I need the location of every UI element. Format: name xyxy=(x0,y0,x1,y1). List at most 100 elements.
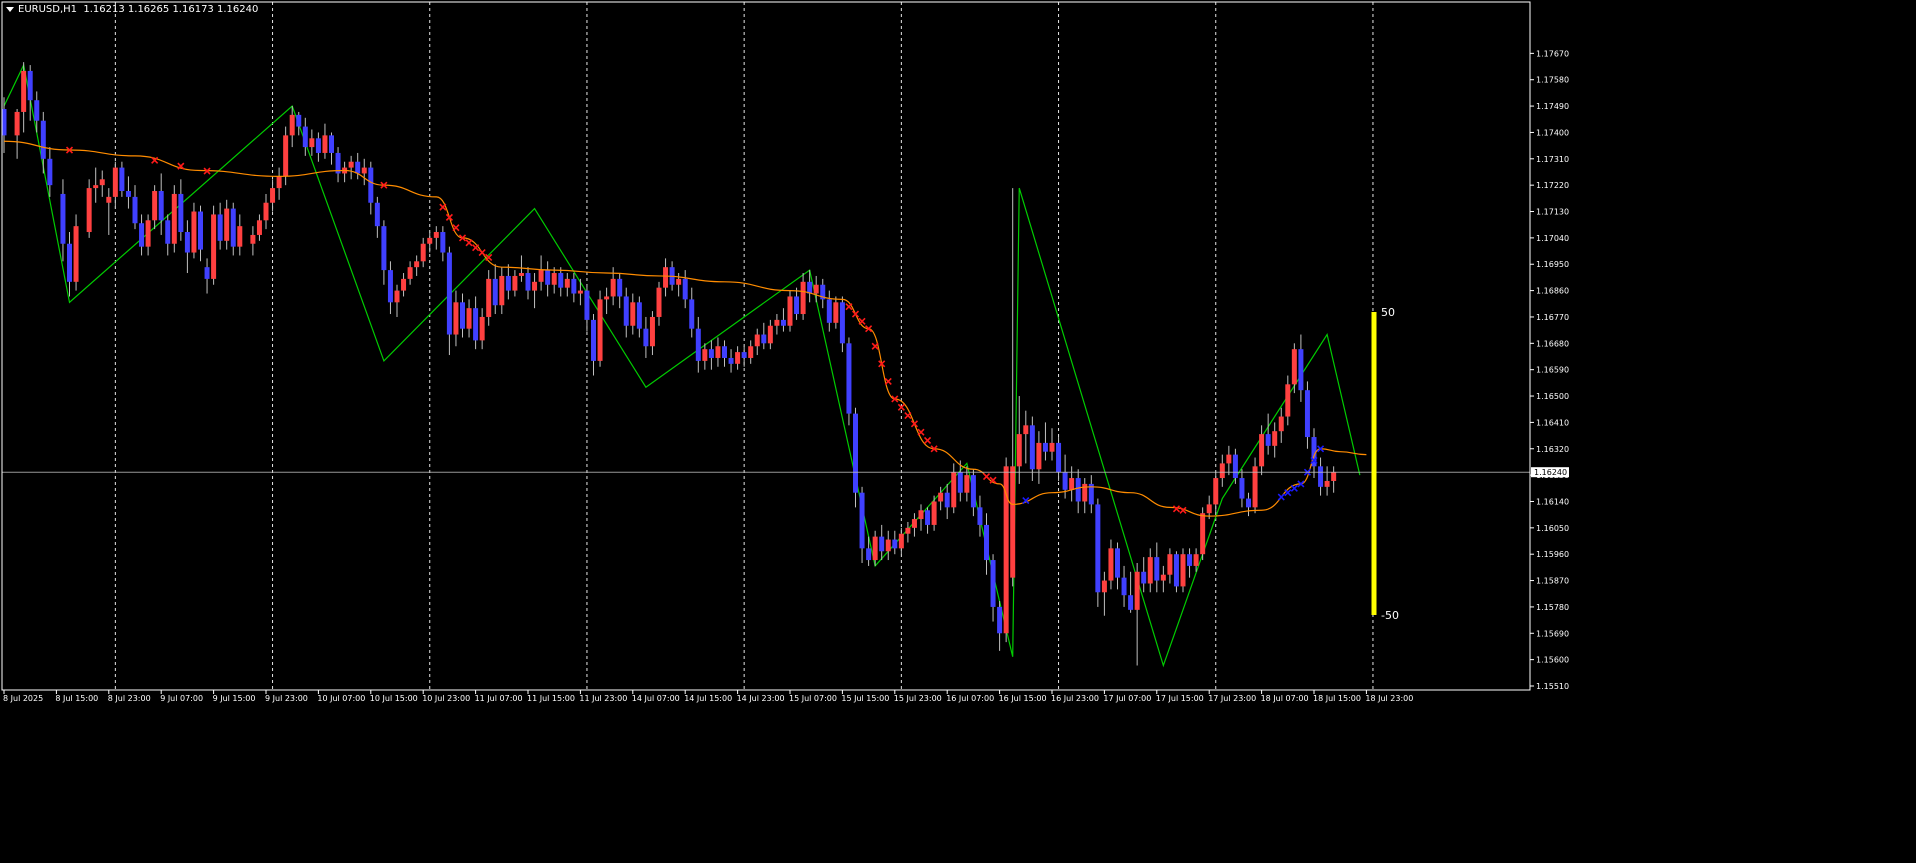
candle-body xyxy=(1075,478,1081,502)
candle-body xyxy=(401,278,407,291)
candle-body xyxy=(754,334,760,347)
candle-body xyxy=(879,536,885,552)
price-tick-label: 1.16320 xyxy=(1536,445,1569,454)
gauge-bottom-label: -50 xyxy=(1381,609,1399,622)
candle-body xyxy=(204,267,210,279)
candle-body xyxy=(767,325,773,344)
candle-body xyxy=(964,475,970,493)
candle-body xyxy=(139,223,145,247)
candle-body xyxy=(636,302,642,329)
time-tick-label: 10 Jul 15:00 xyxy=(370,694,418,703)
candle-body xyxy=(604,296,610,300)
candle-body xyxy=(27,70,33,101)
time-tick-label: 17 Jul 23:00 xyxy=(1208,694,1256,703)
candle-body xyxy=(970,475,976,508)
candle-body xyxy=(532,281,538,291)
time-tick-label: 11 Jul 07:00 xyxy=(475,694,523,703)
candle-body xyxy=(689,299,695,329)
candle-body xyxy=(374,202,380,227)
candle-body xyxy=(14,111,20,136)
price-tick-label: 1.15690 xyxy=(1536,629,1569,638)
candle-body xyxy=(800,281,806,315)
candle-body xyxy=(643,328,649,347)
candle-body xyxy=(34,100,40,121)
candle-body xyxy=(224,208,230,241)
candle-body xyxy=(1298,349,1304,391)
candle-body xyxy=(997,606,1003,634)
time-tick-label: 18 Jul 23:00 xyxy=(1365,694,1413,703)
candle-body xyxy=(145,220,151,247)
candle-body xyxy=(735,352,741,364)
candle-body xyxy=(73,226,79,282)
price-chart[interactable]: 1.17670 1.17580 1.17490 1.17400 1.17310 1.172… xyxy=(0,0,1916,863)
time-tick-label: 14 Jul 07:00 xyxy=(632,694,680,703)
candle-body xyxy=(538,270,544,282)
candle-body xyxy=(256,220,262,235)
candle-body xyxy=(60,193,66,244)
candle-body xyxy=(1095,504,1101,593)
candle xyxy=(171,185,177,253)
price-tick-label: 1.16590 xyxy=(1536,366,1569,375)
candle-body xyxy=(1056,442,1062,473)
chart-window[interactable]: 1.17670 1.17580 1.17490 1.17400 1.17310 1.172… xyxy=(0,0,1916,863)
gauge-bar xyxy=(1371,312,1377,615)
chart-background xyxy=(0,0,1916,863)
candle-body xyxy=(152,191,158,221)
time-tick-label: 8 Jul 23:00 xyxy=(108,694,151,703)
candle-body xyxy=(990,560,996,607)
candle-body xyxy=(630,302,636,326)
candle-body xyxy=(1108,548,1114,581)
candle-body xyxy=(1173,554,1179,587)
candle-body xyxy=(597,299,603,361)
candle-body xyxy=(977,507,983,525)
candle-body xyxy=(551,273,557,285)
candle-body xyxy=(283,135,289,177)
candle-body xyxy=(839,302,845,344)
chart-menu-chevron-icon[interactable] xyxy=(6,7,14,12)
candle-body xyxy=(807,281,813,294)
candle-body xyxy=(610,278,616,297)
time-tick-label: 18 Jul 07:00 xyxy=(1261,694,1309,703)
candle-body xyxy=(564,278,570,288)
price-tick-label: 1.15600 xyxy=(1536,656,1569,665)
candle-body xyxy=(1318,466,1324,487)
candle xyxy=(1095,498,1101,607)
candle-body xyxy=(1331,472,1337,481)
price-tick-label: 1.16410 xyxy=(1536,418,1569,427)
candle-body xyxy=(315,138,321,153)
candle-body xyxy=(872,536,878,561)
candle xyxy=(853,407,858,508)
candle-body xyxy=(905,527,911,534)
ohlc-label: 1.16213 1.16265 1.16173 1.16240 xyxy=(83,4,259,15)
time-tick-label: 14 Jul 15:00 xyxy=(684,694,732,703)
candle-body xyxy=(617,278,623,297)
time-tick-label: 9 Jul 15:00 xyxy=(213,694,256,703)
candle xyxy=(846,337,852,426)
candle-body xyxy=(1023,425,1029,435)
candle-body xyxy=(440,232,446,253)
candle-body xyxy=(1036,442,1042,470)
time-tick-label: 11 Jul 23:00 xyxy=(579,694,627,703)
price-tick-label: 1.16680 xyxy=(1536,339,1569,348)
candle-body xyxy=(368,167,374,203)
candle-body xyxy=(525,273,531,291)
candle-body xyxy=(348,161,354,168)
price-tick-label: 1.15780 xyxy=(1536,603,1569,612)
candle xyxy=(1003,457,1009,643)
candle-body xyxy=(512,275,518,291)
price-tick-label: 1.17670 xyxy=(1536,49,1569,58)
candle-body xyxy=(381,226,387,271)
candle-body xyxy=(833,302,839,323)
price-tick-label: 1.17130 xyxy=(1536,208,1569,217)
candle-body xyxy=(663,267,669,288)
candle-body xyxy=(40,120,46,159)
candle xyxy=(211,205,217,285)
time-tick-label: 16 Jul 15:00 xyxy=(999,694,1047,703)
candle-body xyxy=(119,167,125,192)
time-tick-label: 11 Jul 15:00 xyxy=(527,694,575,703)
price-tick-label: 1.17220 xyxy=(1536,181,1569,190)
candle-body xyxy=(1154,557,1160,581)
candle-body xyxy=(191,211,197,253)
candle-body xyxy=(296,114,302,127)
candle-body xyxy=(866,548,872,561)
